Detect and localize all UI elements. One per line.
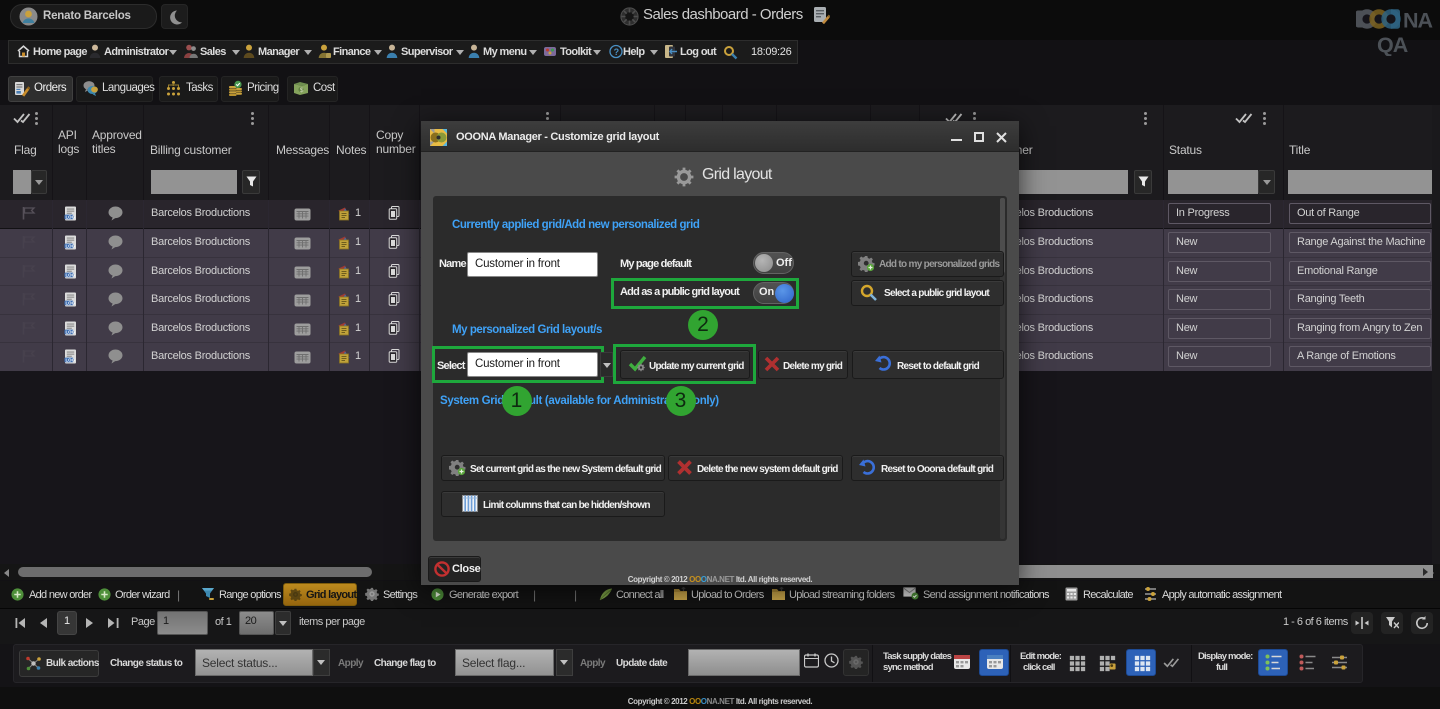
svg-text:NA: NA bbox=[1403, 9, 1433, 33]
svg-text:QA: QA bbox=[1377, 33, 1408, 56]
svg-text:?: ? bbox=[614, 47, 620, 57]
svg-text:$: $ bbox=[300, 87, 304, 94]
